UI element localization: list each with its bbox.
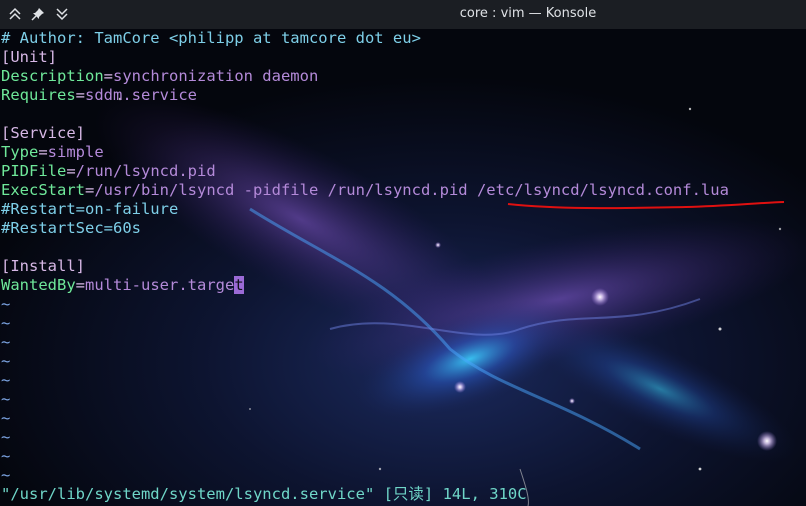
konsole-window: core : vim — Konsole # Author: TamCore <…: [0, 0, 806, 506]
equals-sign: =: [66, 162, 76, 180]
pidfile-key: PIDFile: [1, 162, 67, 180]
editor-line: Requires=sddm.service: [1, 86, 806, 105]
execstart-value: /usr/bin/lsyncd -pidfile /run/lsyncd.pid…: [94, 181, 729, 199]
editor-line: WantedBy=multi-user.target: [1, 276, 806, 295]
titlebar: core : vim — Konsole: [0, 0, 806, 29]
editor-line: [Unit]: [1, 48, 806, 67]
editor-line: # Author: TamCore <philipp at tamcore do…: [1, 29, 806, 48]
window-title: core : vim — Konsole: [459, 6, 597, 21]
equals-sign: =: [85, 181, 95, 199]
equals-sign: =: [103, 67, 113, 85]
empty-line-marker: ~: [1, 428, 11, 446]
vim-status-line: "/usr/lib/systemd/system/lsyncd.service"…: [1, 485, 527, 503]
requires-value: sddm.service: [85, 86, 197, 104]
author-comment: # Author: TamCore <philipp at tamcore do…: [1, 29, 421, 47]
equals-sign: =: [38, 143, 48, 161]
execstart-key: ExecStart: [1, 181, 85, 199]
empty-line-marker: ~: [1, 466, 11, 484]
empty-line-marker: ~: [1, 390, 11, 408]
restartsec-comment: #RestartSec=60s: [1, 219, 141, 237]
empty-line-marker: ~: [1, 371, 11, 389]
equals-sign: =: [75, 276, 85, 294]
unit-section-header: [Unit]: [1, 48, 57, 66]
editor-line: Type=simple: [1, 143, 806, 162]
text-cursor: t: [234, 276, 244, 294]
editor-line: [Install]: [1, 257, 806, 276]
empty-line-marker: ~: [1, 314, 11, 332]
wantedby-key: WantedBy: [1, 276, 76, 294]
requires-key: Requires: [1, 86, 76, 104]
description-key: Description: [1, 67, 104, 85]
type-value: simple: [47, 143, 104, 161]
empty-line-marker: ~: [1, 352, 11, 370]
restart-comment: #Restart=on-failure: [1, 200, 179, 218]
editor-line: [Service]: [1, 124, 806, 143]
empty-line-marker: ~: [1, 295, 11, 313]
install-section-header: [Install]: [1, 257, 85, 275]
equals-sign: =: [75, 86, 85, 104]
red-underline-annotation: [507, 201, 785, 210]
description-value: synchronization daemon: [113, 67, 319, 85]
vim-buffer[interactable]: # Author: TamCore <philipp at tamcore do…: [1, 29, 806, 506]
wantedby-value: multi-user.targe: [85, 276, 235, 294]
type-key: Type: [1, 143, 39, 161]
editor-line: Description=synchronization daemon: [1, 67, 806, 86]
editor-line: PIDFile=/run/lsyncd.pid: [1, 162, 806, 181]
pidfile-value: /run/lsyncd.pid: [75, 162, 216, 180]
empty-line-marker: ~: [1, 447, 11, 465]
editor-line: #RestartSec=60s: [1, 219, 806, 238]
service-section-header: [Service]: [1, 124, 85, 142]
empty-line-marker: ~: [1, 409, 11, 427]
empty-line-marker: ~: [1, 333, 11, 351]
